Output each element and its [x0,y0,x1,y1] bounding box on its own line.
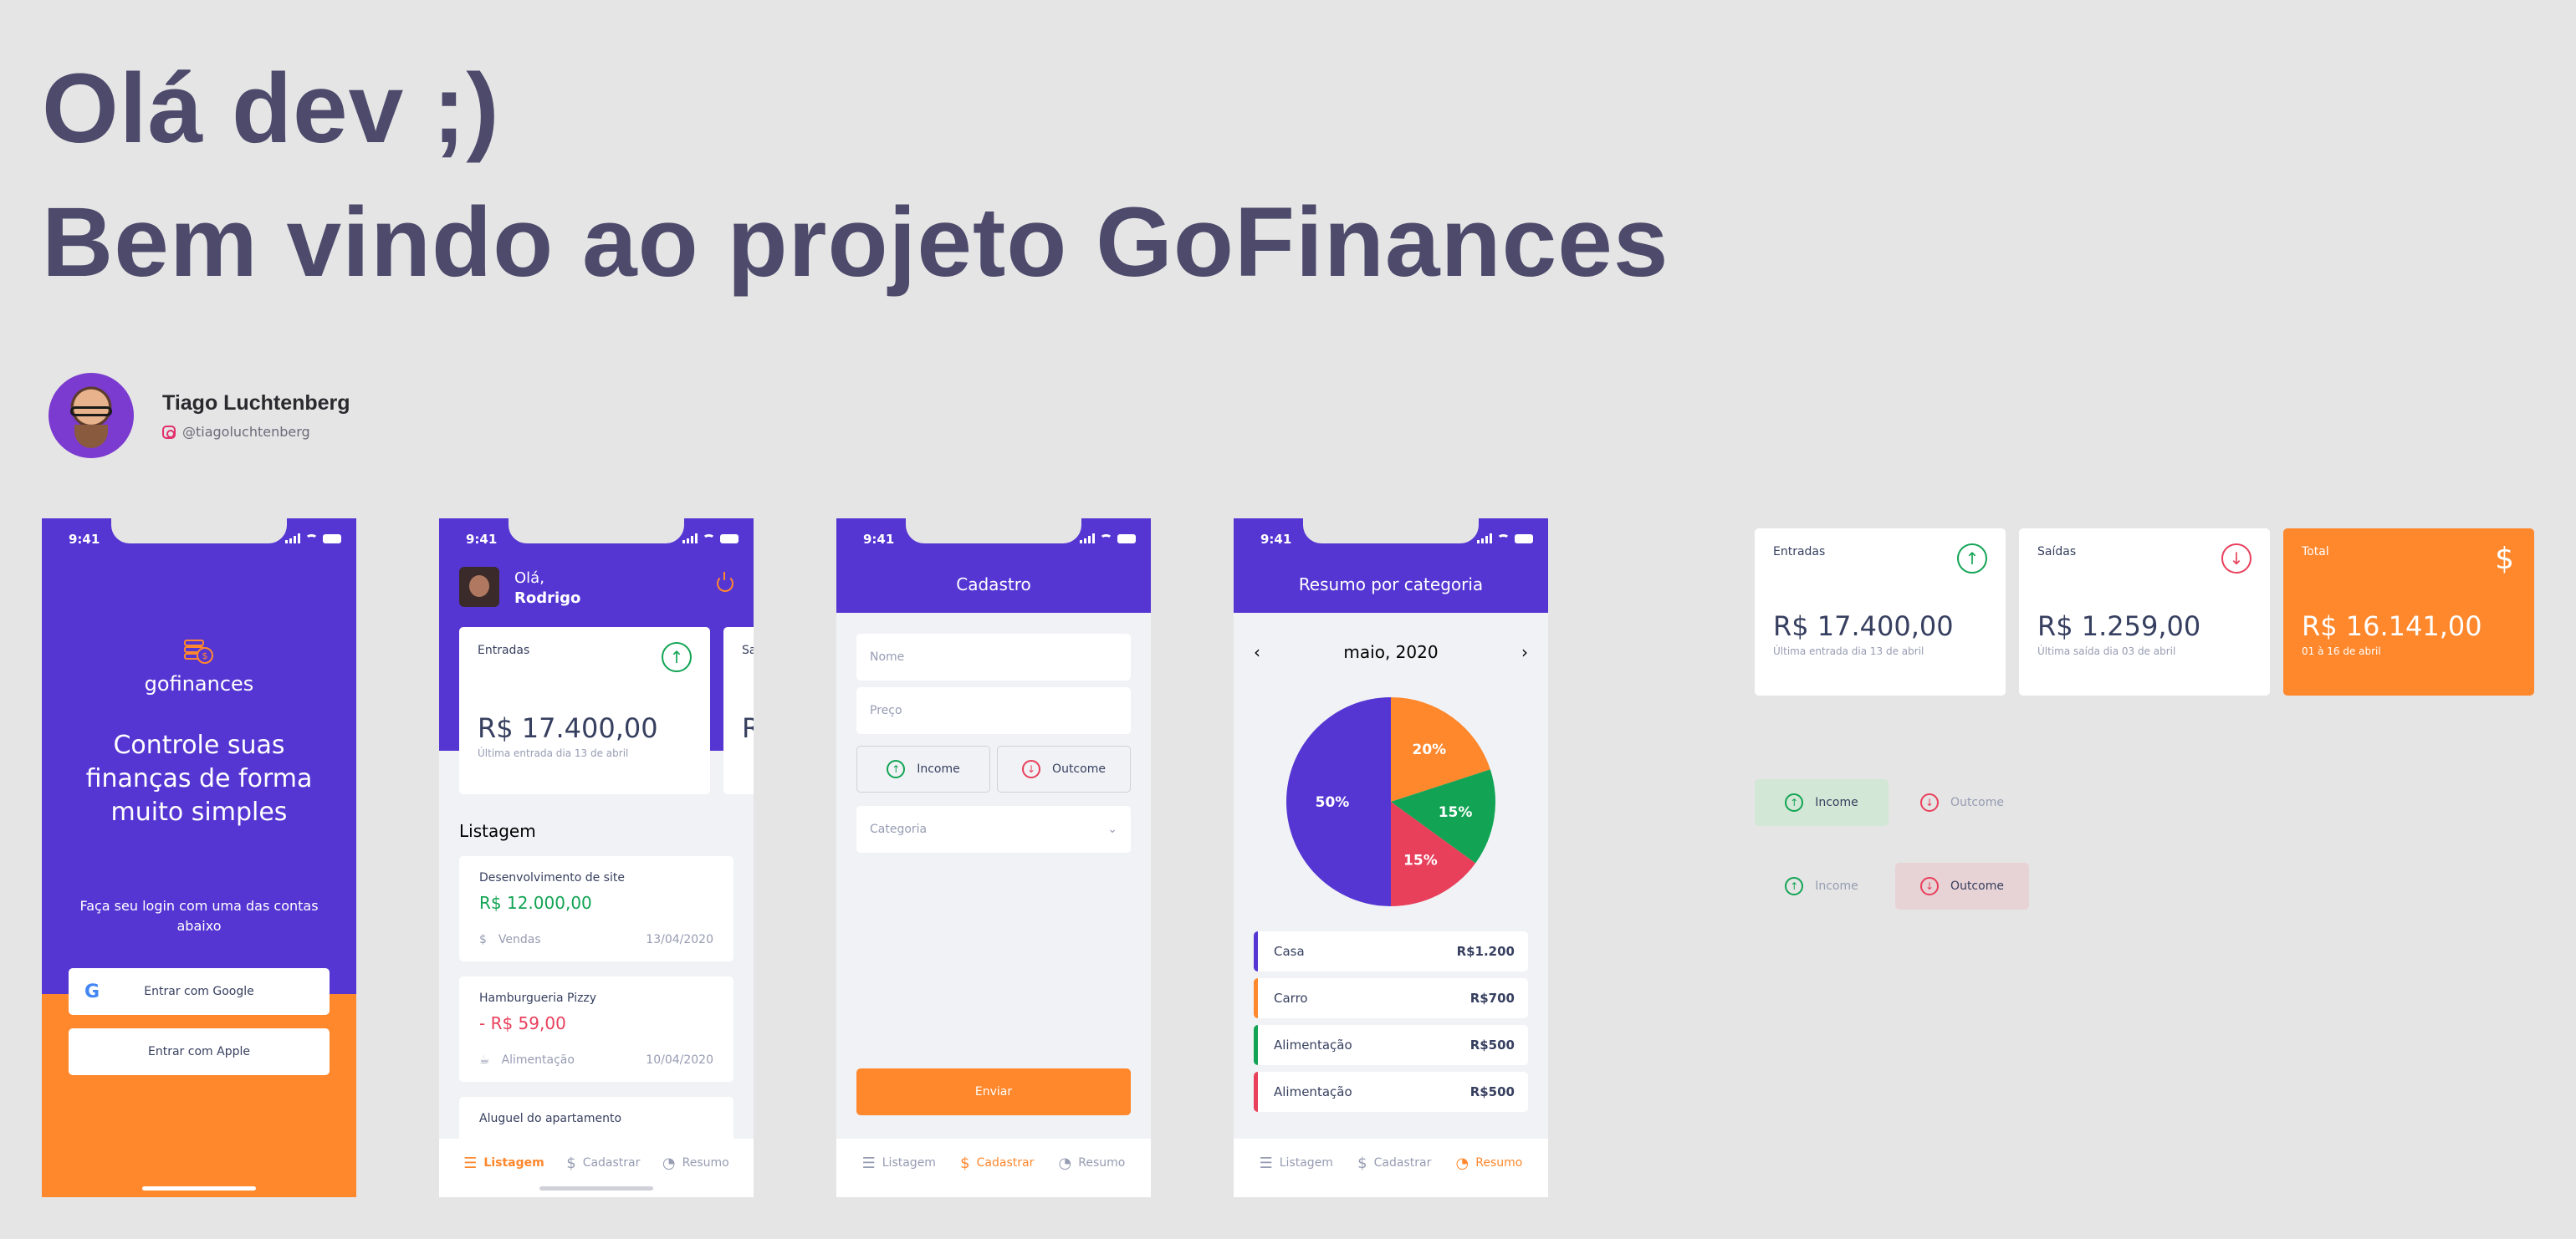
outcome-type-button[interactable]: ↓ Outcome [997,746,1131,793]
status-bar: 9:41 [836,532,1151,548]
arrow-down-circle-icon: ↓ [2221,543,2251,574]
arrow-down-circle-icon: ↓ [1920,793,1940,812]
apple-icon [69,1028,115,1075]
category-select[interactable]: Categoria ⌄ [856,806,1131,853]
tab-cadastrar[interactable]: $ Cadastrar [566,1155,640,1172]
outcome-card-partial: Sa R [723,627,754,794]
login-screen: 9:41 $ gofinances Controle suas finanças… [42,518,356,1197]
send-button[interactable]: Enviar [856,1068,1131,1115]
legend-row: Casa R$1.200 [1254,931,1528,971]
pie-chart-icon: ◔ [1455,1154,1469,1172]
list-icon: ☰ [1259,1154,1273,1172]
home-indicator [142,1186,256,1191]
category-pie-chart: 20% 15% 15% 50% [1286,697,1495,906]
tab-listagem[interactable]: ☰ Listagem [1260,1155,1333,1172]
legend-row: Carro R$700 [1254,978,1528,1018]
logo-text: gofinances [144,672,254,696]
month-label: maio, 2020 [1343,642,1439,662]
user-greeting: Olá, Rodrigo [514,569,581,607]
logo-icon: $ [184,640,213,664]
svg-text:$: $ [202,650,208,661]
legend-row: Alimentação R$500 [1254,1072,1528,1112]
author-avatar [49,373,134,458]
tab-cadastrar[interactable]: $ Cadastrar [1357,1155,1431,1172]
power-icon[interactable] [717,572,733,592]
chevron-down-icon: ⌄ [1107,823,1117,836]
pie-chart-icon: ◔ [662,1154,676,1172]
author-handle: @tiagoluchtenberg [182,424,310,440]
income-card: Entradas ↑ R$ 17.400,00 Última entrada d… [459,627,710,794]
tab-resumo[interactable]: ◔ Resumo [1456,1155,1523,1172]
pie-label: 50% [1316,794,1350,811]
list-icon: ☰ [463,1154,478,1172]
component-outcome-card: Saídas ↓ R$ 1.259,00 Última saída dia 03… [2019,528,2270,696]
transaction-card[interactable]: Desenvolvimento de site R$ 12.000,00 $ Ve… [459,856,733,961]
hero-title: Bem vindo ao projeto GoFinances [42,187,1669,298]
home-indicator [539,1186,653,1191]
dashboard-screen: 9:41 Olá, Rodrigo Entradas ↑ R$ 17.400,00… [439,518,754,1197]
transaction-card[interactable]: Hamburgueria Pizzy - R$ 59,00 ☕ Alimentaç… [459,976,733,1082]
dollar-icon: $ [479,933,487,946]
pie-label: 15% [1403,852,1438,869]
chevron-left-icon[interactable]: ‹ [1254,642,1260,662]
tab-bar: ☰ Listagem $ Cadastrar ◔ Resumo [1234,1139,1548,1197]
tab-listagem[interactable]: ☰ Listagem [463,1155,544,1172]
resume-screen: 9:41 Resumo por categoria ‹ maio, 2020 ›… [1234,518,1548,1197]
income-type-button[interactable]: ↑ Income [856,746,990,793]
login-subtitle: Faça seu login com uma das contas abaixo [79,898,319,934]
author-name: Tiago Luchtenberg [162,391,350,415]
tab-bar: ☰ Listagem $ Cadastrar ◔ Resumo [439,1139,754,1197]
user-avatar[interactable] [459,567,499,607]
login-headline: Controle suas finanças de forma muito si… [85,731,313,827]
google-icon: G [84,981,100,1002]
apple-signin-button[interactable]: Entrar com Apple [69,1028,330,1075]
dollar-icon: $ [1357,1154,1367,1172]
price-input[interactable]: Preço [856,687,1131,734]
google-signin-button[interactable]: G Entrar com Google [69,968,330,1015]
tab-resumo[interactable]: ◔ Resumo [1059,1155,1126,1172]
dollar-icon: $ [960,1154,970,1172]
pie-label: 15% [1439,804,1473,821]
register-screen: 9:41 Cadastro Nome Preço ↑ Income ↓ Outcom… [836,518,1151,1197]
component-income-card: Entradas ↑ R$ 17.400,00 Última entrada d… [1755,528,2006,696]
income-button-unselected[interactable]: ↑ Income [1755,863,1889,910]
arrow-down-circle-icon: ↓ [1022,760,1041,778]
dollar-icon: $ [566,1154,576,1172]
page-title: Cadastro [956,574,1031,594]
author-handle-row[interactable]: @tiagoluchtenberg [162,424,350,440]
income-button-selected[interactable]: ↑ Income [1755,779,1889,826]
arrow-up-circle-icon: ↑ [1785,793,1804,812]
outcome-button-unselected[interactable]: ↓ Outcome [1895,779,2029,826]
arrow-up-circle-icon: ↑ [1957,543,1987,574]
list-icon: ☰ [861,1154,876,1172]
instagram-icon [162,425,176,439]
component-total-card: Total $ R$ 16.141,00 01 à 16 de abril [2283,528,2534,696]
outcome-button-selected[interactable]: ↓ Outcome [1895,863,2029,910]
arrow-up-circle-icon: ↑ [662,642,692,672]
arrow-up-circle-icon: ↑ [887,760,906,778]
chevron-right-icon[interactable]: › [1521,642,1528,662]
month-selector: ‹ maio, 2020 › [1254,642,1528,662]
pie-chart-icon: ◔ [1058,1154,1072,1172]
coffee-icon: ☕ [479,1053,490,1067]
status-bar: 9:41 [439,532,754,548]
pie-label: 20% [1412,742,1446,758]
tab-cadastrar[interactable]: $ Cadastrar [960,1155,1034,1172]
tab-bar: ☰ Listagem $ Cadastrar ◔ Resumo [836,1139,1151,1197]
name-input[interactable]: Nome [856,634,1131,681]
author-block: Tiago Luchtenberg @tiagoluchtenberg [49,373,350,458]
tab-resumo[interactable]: ◔ Resumo [662,1155,729,1172]
arrow-down-circle-icon: ↓ [1920,877,1940,895]
list-title: Listagem [459,821,536,841]
status-bar: 9:41 [42,532,356,548]
page-title: Resumo por categoria [1298,574,1484,594]
arrow-up-circle-icon: ↑ [1785,877,1804,895]
tab-listagem[interactable]: ☰ Listagem [862,1155,936,1172]
status-bar: 9:41 [1234,532,1548,548]
hero-greeting: Olá dev ;) [42,54,500,164]
legend-row: Alimentação R$500 [1254,1025,1528,1065]
dollar-icon: $ [2495,542,2514,576]
